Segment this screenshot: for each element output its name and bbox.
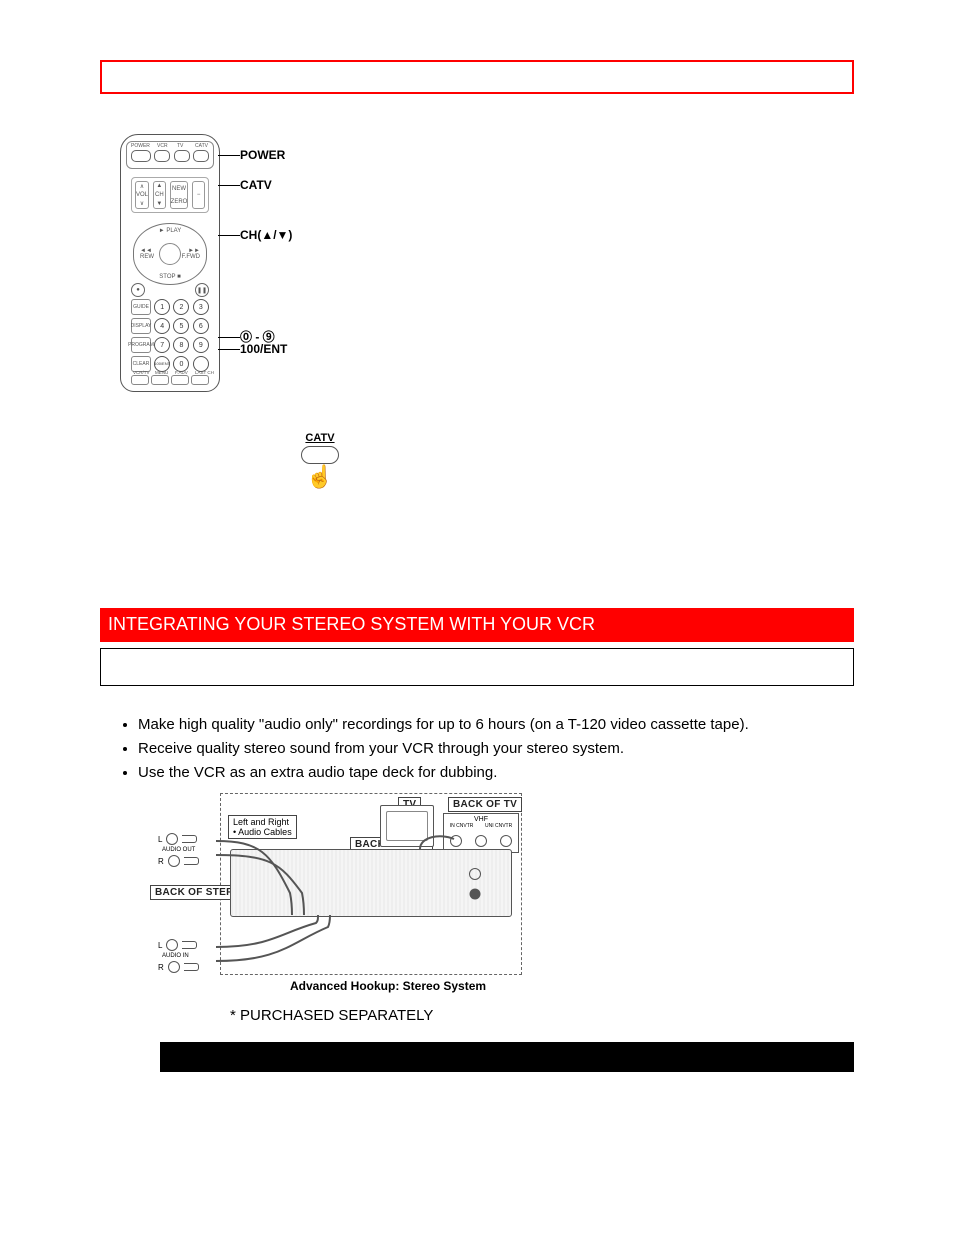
num-4: 4 bbox=[154, 318, 170, 334]
transport-dpad: ► PLAY ◄◄REW ►►F.FWD STOP ■ bbox=[133, 223, 207, 285]
num-7: 7 bbox=[154, 337, 170, 353]
bullet-1: Make high quality "audio only" recording… bbox=[138, 714, 854, 736]
index-block: NEWZERO bbox=[170, 181, 189, 209]
catv-press-label: CATV bbox=[290, 432, 350, 444]
callout-ch: CH(▲/▼) bbox=[240, 228, 292, 242]
ch-rocker: ▲CH▼ bbox=[153, 181, 166, 209]
remote-bottom-buttons bbox=[131, 375, 209, 385]
remote-control-illustration: POWER VCR TV CATV ∧VOL∨ ▲CH▼ NEWZERO − ►… bbox=[120, 134, 220, 392]
remote-top-label-vcr: VCR bbox=[157, 143, 168, 149]
record-dot-left: ● bbox=[131, 283, 145, 297]
num-2: 2 bbox=[173, 299, 189, 315]
lastch-button bbox=[191, 375, 209, 385]
display-button: DISPLAY bbox=[131, 318, 151, 334]
catv-mode-button bbox=[193, 150, 209, 162]
pause-dot-right: ❚❚ bbox=[195, 283, 209, 297]
vol-rocker: ∧VOL∨ bbox=[135, 181, 149, 209]
page: POWER VCR TV CATV ∧VOL∨ ▲CH▼ NEWZERO − ►… bbox=[0, 0, 954, 1132]
black-outline-box bbox=[100, 648, 854, 686]
cable-lines bbox=[120, 793, 540, 993]
catv-press-figure: CATV ☝ bbox=[290, 432, 350, 488]
remote-vol-ch-block: ∧VOL∨ ▲CH▼ NEWZERO − bbox=[131, 177, 209, 213]
pointing-hand-icon: ☝ bbox=[290, 466, 350, 488]
hookup-diagram: TV BACK OF TV BACK OF VCR BACK OF STEREO… bbox=[120, 793, 540, 993]
num-9: 9 bbox=[193, 337, 209, 353]
power-button bbox=[131, 150, 151, 162]
bullet-2: Receive quality stereo sound from your V… bbox=[138, 738, 854, 760]
callout-power: POWER bbox=[240, 148, 285, 162]
menu-button bbox=[151, 375, 169, 385]
fadv-button bbox=[171, 375, 189, 385]
vcr-mode-button bbox=[154, 150, 170, 162]
tv-mode-button bbox=[174, 150, 190, 162]
diagram-caption: Advanced Hookup: Stereo System bbox=[290, 979, 486, 993]
section-heading-text: INTEGRATING YOUR STEREO SYSTEM WITH YOUR… bbox=[108, 614, 595, 634]
num-5: 5 bbox=[173, 318, 189, 334]
num-6: 6 bbox=[193, 318, 209, 334]
number-keypad: GUIDE 1 2 3 DISPLAY 4 5 6 PROGRAM 7 8 9 … bbox=[131, 299, 209, 372]
feature-bullets: Make high quality "audio only" recording… bbox=[120, 714, 854, 783]
remote-figure-row: POWER VCR TV CATV ∧VOL∨ ▲CH▼ NEWZERO − ►… bbox=[120, 134, 954, 392]
callout-100ent: 100/ENT bbox=[240, 342, 287, 356]
remote-callouts: POWER CATV CH(▲/▼) ⓪ - ⑨ 100/ENT bbox=[220, 134, 380, 392]
hookup-diagram-wrap: TV BACK OF TV BACK OF VCR BACK OF STEREO… bbox=[120, 793, 854, 1024]
section-heading-red: INTEGRATING YOUR STEREO SYSTEM WITH YOUR… bbox=[100, 608, 854, 642]
guide-button: GUIDE bbox=[131, 299, 151, 315]
bullet-3: Use the VCR as an extra audio tape deck … bbox=[138, 762, 854, 784]
vcr-tv-button bbox=[131, 375, 149, 385]
num-8: 8 bbox=[173, 337, 189, 353]
remote-top-label-catv: CATV bbox=[195, 143, 208, 149]
footnote-purchased-separately: * PURCHASED SEPARATELY bbox=[230, 1007, 854, 1024]
remote-top-buttons bbox=[131, 150, 209, 162]
remote-top-label-power: POWER bbox=[131, 143, 150, 149]
catv-button-shape bbox=[301, 446, 339, 464]
num-3: 3 bbox=[193, 299, 209, 315]
black-bar bbox=[160, 1042, 854, 1072]
mute-block: − bbox=[192, 181, 205, 209]
program-button: PROGRAM bbox=[131, 337, 151, 353]
remote-top-label-tv: TV bbox=[177, 143, 183, 149]
red-outline-box bbox=[100, 60, 854, 94]
num-1: 1 bbox=[154, 299, 170, 315]
callout-catv: CATV bbox=[240, 178, 272, 192]
